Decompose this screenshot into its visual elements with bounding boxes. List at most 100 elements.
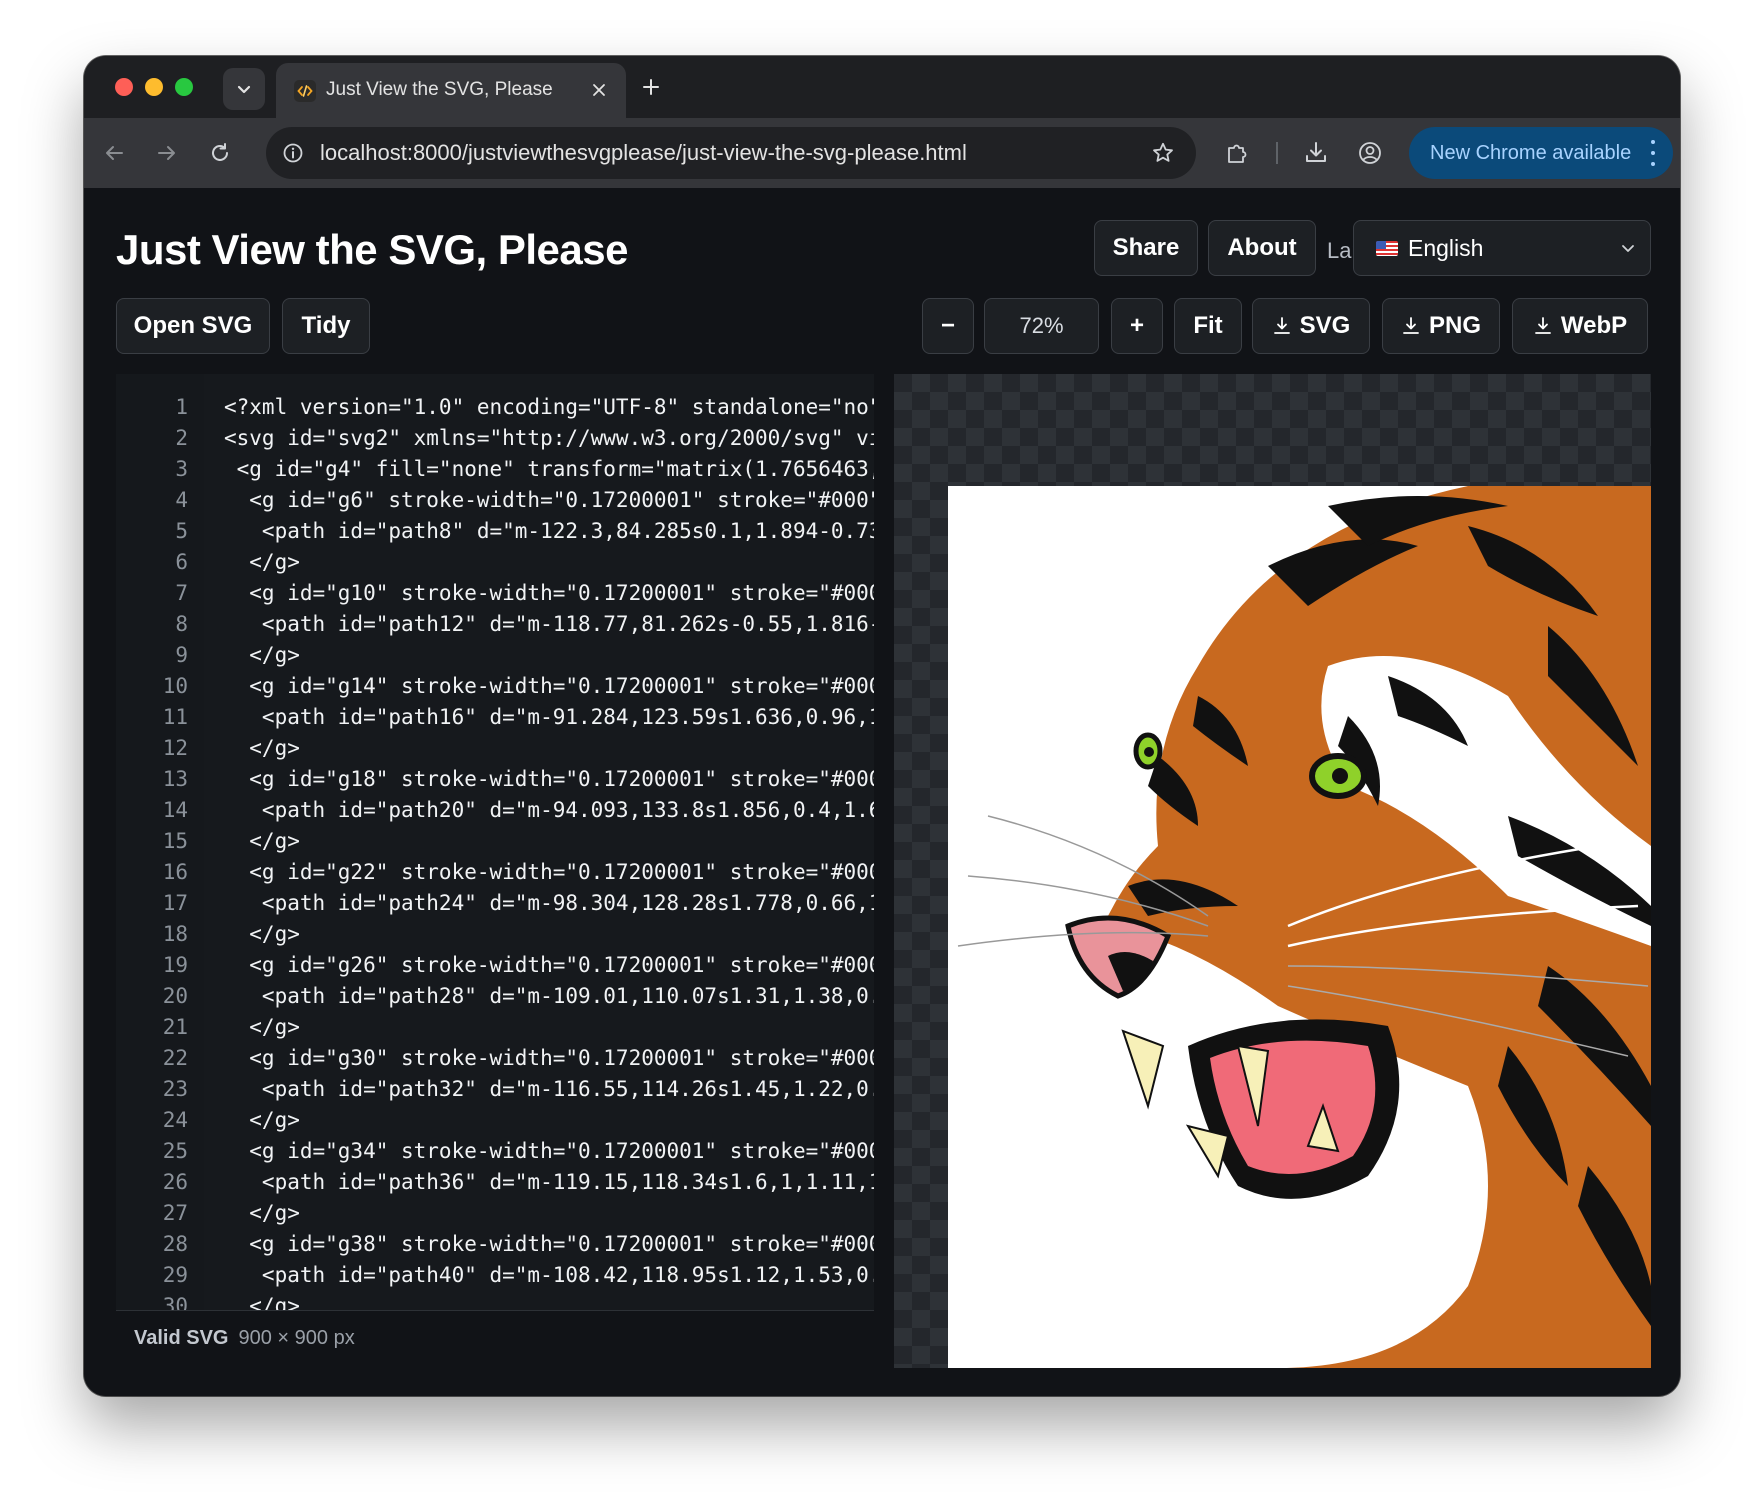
browser-tab[interactable]: Just View the SVG, Please [276, 63, 626, 118]
download-icon [1534, 317, 1551, 334]
code-lines: 1 <?xml version="1.0" encoding="UTF-8" st… [116, 392, 874, 1310]
code-text: </g> [224, 643, 300, 667]
code-text: <path id="path24" d="m-98.304,128.28s1.7… [224, 891, 874, 915]
line-number: 19 [162, 953, 188, 977]
code-text: <path id="path36" d="m-119.15,118.34s1.6… [224, 1170, 874, 1194]
language-select[interactable]: English [1353, 220, 1651, 276]
preview-canvas [948, 486, 1651, 1368]
zoom-level: 72% [984, 298, 1099, 354]
line-number: 29 [162, 1263, 188, 1287]
bookmark-button[interactable] [1146, 136, 1180, 170]
download-png-button[interactable]: PNG [1382, 298, 1500, 354]
download-webp-button[interactable]: WebP [1512, 298, 1648, 354]
code-line: 15 </g> [116, 826, 874, 857]
zoom-in-button[interactable]: + [1111, 298, 1163, 354]
forward-button[interactable] [149, 135, 185, 171]
zoom-out-button[interactable]: − [922, 298, 974, 354]
us-flag-icon [1376, 240, 1398, 256]
code-line: 2 <svg id="svg2" xmlns="http://www.w3.org… [116, 423, 874, 454]
tiger-illustration [957, 486, 1651, 1368]
code-text: <path id="path40" d="m-108.42,118.95s1.1… [224, 1263, 874, 1287]
line-number: 12 [162, 736, 188, 760]
code-line: 23 <path id="path32" d="m-116.55,114.26s… [116, 1074, 874, 1105]
downloads-button[interactable] [1298, 135, 1334, 171]
site-info-button[interactable] [276, 136, 310, 170]
line-number: 13 [162, 767, 188, 791]
tab-close-button[interactable] [586, 77, 612, 103]
back-button[interactable] [96, 135, 132, 171]
line-number: 18 [162, 922, 188, 946]
close-window-button[interactable] [115, 78, 133, 96]
svg-preview-pane[interactable] [894, 374, 1651, 1368]
code-line: 1 <?xml version="1.0" encoding="UTF-8" st… [116, 392, 874, 423]
open-svg-button[interactable]: Open SVG [116, 298, 270, 354]
reload-button[interactable] [202, 135, 238, 171]
page-title: Just View the SVG, Please [116, 226, 628, 273]
code-line: 7 <g id="g10" stroke-width="0.17200001" … [116, 578, 874, 609]
extensions-button[interactable] [1220, 135, 1256, 171]
line-number: 21 [162, 1015, 188, 1039]
chrome-update-button[interactable]: New Chrome available [1409, 127, 1673, 179]
puzzle-icon [1228, 144, 1247, 163]
code-text: <g id="g10" stroke-width="0.17200001" st… [224, 581, 874, 605]
code-line: 3 <g id="g4" fill="none" transform="matr… [116, 454, 874, 485]
maximize-window-button[interactable] [175, 78, 193, 96]
line-number: 28 [162, 1232, 188, 1256]
code-line: 29 <path id="path40" d="m-108.42,118.95s… [116, 1260, 874, 1291]
code-text: <path id="path12" d="m-118.77,81.262s-0.… [224, 612, 874, 636]
code-text: <g id="g26" stroke-width="0.17200001" st… [224, 953, 874, 977]
more-vert-icon [1649, 140, 1657, 166]
download-svg-button[interactable]: SVG [1252, 298, 1370, 354]
line-number: 26 [162, 1170, 188, 1194]
code-text: </g> [224, 1294, 300, 1310]
code-text: <g id="g38" stroke-width="0.17200001" st… [224, 1232, 874, 1256]
code-editor[interactable]: 1 <?xml version="1.0" encoding="UTF-8" st… [116, 374, 874, 1310]
code-line: 21 </g> [116, 1012, 874, 1043]
fit-button[interactable]: Fit [1174, 298, 1242, 354]
code-text: <g id="g4" fill="none" transform="matrix… [224, 457, 874, 481]
code-line: 6 </g> [116, 547, 874, 578]
code-text: <g id="g22" stroke-width="0.17200001" st… [224, 860, 874, 884]
about-button[interactable]: About [1208, 220, 1316, 276]
info-icon [283, 143, 303, 163]
minimize-window-button[interactable] [145, 78, 163, 96]
chrome-update-label: New Chrome available [1430, 141, 1632, 164]
language-value: English [1408, 234, 1484, 261]
code-text: </g> [224, 1108, 300, 1132]
code-text: </g> [224, 550, 300, 574]
arrow-left-icon [106, 146, 123, 160]
chevron-down-icon [1622, 245, 1634, 252]
code-line: 18 </g> [116, 919, 874, 950]
code-line: 22 <g id="g30" stroke-width="0.17200001"… [116, 1043, 874, 1074]
code-line: 4 <g id="g6" stroke-width="0.17200001" s… [116, 485, 874, 516]
line-number: 23 [162, 1077, 188, 1101]
line-number: 16 [162, 860, 188, 884]
address-bar[interactable]: localhost:8000/justviewthesvgplease/just… [266, 127, 1196, 179]
profile-button[interactable] [1352, 135, 1388, 171]
line-number: 15 [162, 829, 188, 853]
code-line: 11 <path id="path16" d="m-91.284,123.59s… [116, 702, 874, 733]
tab-search-button[interactable] [223, 68, 265, 110]
line-number: 7 [175, 581, 188, 605]
code-line: 24 </g> [116, 1105, 874, 1136]
line-number: 20 [162, 984, 188, 1008]
app-page: Just View the SVG, Please Share About La… [84, 188, 1680, 1396]
line-number: 8 [175, 612, 188, 636]
code-line: 27 </g> [116, 1198, 874, 1229]
line-number: 17 [162, 891, 188, 915]
share-button[interactable]: Share [1094, 220, 1198, 276]
code-text: <g id="g18" stroke-width="0.17200001" st… [224, 767, 874, 791]
line-number: 4 [175, 488, 188, 512]
tab-strip: Just View the SVG, Please [84, 56, 1680, 118]
line-number: 5 [175, 519, 188, 543]
close-icon [593, 84, 605, 96]
code-text: <svg id="svg2" xmlns="http://www.w3.org/… [224, 426, 874, 450]
code-text: </g> [224, 1201, 300, 1225]
tidy-button[interactable]: Tidy [282, 298, 370, 354]
browser-toolbar: localhost:8000/justviewthesvgplease/just… [84, 118, 1680, 188]
new-tab-button[interactable] [636, 72, 666, 102]
line-number: 3 [175, 457, 188, 481]
profile-icon [1359, 142, 1381, 164]
download-icon [1403, 317, 1419, 334]
code-line: 10 <g id="g14" stroke-width="0.17200001"… [116, 671, 874, 702]
